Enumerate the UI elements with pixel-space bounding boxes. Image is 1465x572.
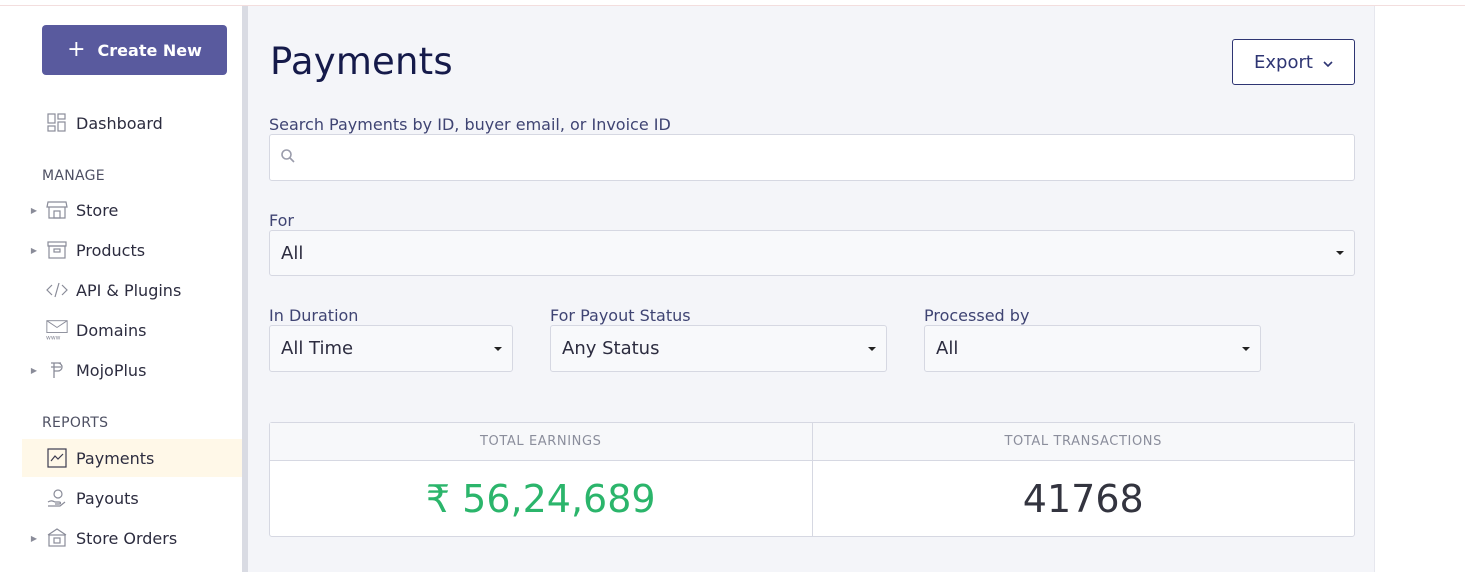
sidebar-item-label: API & Plugins: [76, 280, 182, 300]
section-label-reports: REPORTS: [42, 415, 109, 431]
chevron-down-icon: [1323, 52, 1333, 73]
products-icon: [46, 239, 68, 261]
sidebar-item-label: Products: [76, 240, 146, 260]
duration-select-value: All Time: [281, 338, 354, 359]
duration-select[interactable]: All Time: [269, 325, 513, 372]
chart-icon: [46, 447, 68, 469]
processed-by-select[interactable]: All: [924, 325, 1261, 372]
sidebar-item-store[interactable]: ▶ Store: [22, 191, 242, 229]
processed-by-select-value: All: [936, 338, 959, 359]
for-label: For: [269, 211, 294, 230]
dropdown-arrow-icon: [1336, 251, 1344, 255]
sidebar-item-products[interactable]: ▶ Products: [22, 231, 242, 269]
sidebar-item-dashboard[interactable]: Dashboard: [22, 104, 242, 142]
caret-right-icon: ▶: [30, 365, 38, 375]
sidebar: + Create New Dashboard MANAGE ▶ Store ▶: [0, 6, 242, 572]
caret-right-icon: ▶: [30, 533, 38, 543]
sidebar-item-payouts[interactable]: Payouts: [22, 479, 242, 517]
sidebar-item-label: Payouts: [76, 488, 139, 508]
search-label: Search Payments by ID, buyer email, or I…: [269, 115, 671, 134]
section-label-manage: MANAGE: [42, 168, 105, 184]
export-button[interactable]: Export: [1232, 39, 1355, 85]
sidebar-item-payments[interactable]: Payments: [22, 439, 242, 477]
caret-right-icon: ▶: [30, 205, 38, 215]
search-icon: [280, 148, 296, 168]
search-input[interactable]: [304, 135, 1354, 180]
code-icon: [46, 279, 68, 301]
total-earnings-value: ₹ 56,24,689: [425, 476, 656, 521]
search-box: [269, 134, 1355, 181]
sidebar-item-api-plugins[interactable]: API & Plugins: [22, 271, 242, 309]
sidebar-item-label: MojoPlus: [76, 360, 147, 380]
page-title: Payments: [270, 40, 453, 83]
sidebar-item-label: Store Orders: [76, 528, 178, 548]
create-new-label: Create New: [97, 40, 202, 60]
total-transactions-label: TOTAL TRANSACTIONS: [812, 423, 1354, 461]
sidebar-item-label: Domains: [76, 320, 147, 340]
create-new-button[interactable]: + Create New: [42, 25, 227, 75]
export-label: Export: [1254, 51, 1313, 73]
sidebar-item-label: Payments: [76, 448, 155, 468]
dashboard-icon: [46, 112, 68, 134]
svg-text:www: www: [46, 335, 61, 341]
sidebar-item-store-orders[interactable]: ▶ Store Orders: [22, 519, 242, 557]
payout-status-select[interactable]: Any Status: [550, 325, 887, 372]
sidebar-item-domains[interactable]: www Domains: [22, 311, 242, 349]
store-icon: [46, 199, 68, 221]
total-transactions-card: TOTAL TRANSACTIONS 41768: [811, 423, 1354, 536]
payouts-icon: [46, 487, 68, 509]
total-earnings-label: TOTAL EARNINGS: [270, 423, 812, 461]
caret-right-icon: ▶: [30, 245, 38, 255]
store-orders-icon: [46, 527, 68, 549]
payout-status-label: For Payout Status: [550, 306, 691, 325]
sidebar-item-mojoplus[interactable]: ▶ MojoPlus: [22, 351, 242, 389]
total-earnings-card: TOTAL EARNINGS ₹ 56,24,689: [270, 423, 812, 536]
total-transactions-value: 41768: [1022, 476, 1144, 521]
sidebar-item-label: Store: [76, 200, 119, 220]
dropdown-arrow-icon: [1242, 346, 1250, 351]
for-select-value: All: [281, 242, 304, 264]
processed-by-label: Processed by: [924, 306, 1030, 325]
main-content: Payments Export Search Payments by ID, b…: [248, 6, 1374, 572]
duration-label: In Duration: [269, 306, 359, 325]
stats-panel: TOTAL EARNINGS ₹ 56,24,689 TOTAL TRANSAC…: [269, 422, 1355, 537]
right-panel: [1374, 6, 1465, 572]
for-select[interactable]: All: [269, 230, 1355, 276]
dropdown-arrow-icon: [494, 346, 502, 351]
plus-icon: +: [67, 37, 86, 62]
sidebar-item-label: Dashboard: [76, 113, 163, 133]
mojoplus-icon: [46, 359, 68, 381]
dropdown-arrow-icon: [868, 346, 876, 351]
domains-icon: www: [46, 319, 68, 341]
payout-status-select-value: Any Status: [562, 338, 660, 359]
